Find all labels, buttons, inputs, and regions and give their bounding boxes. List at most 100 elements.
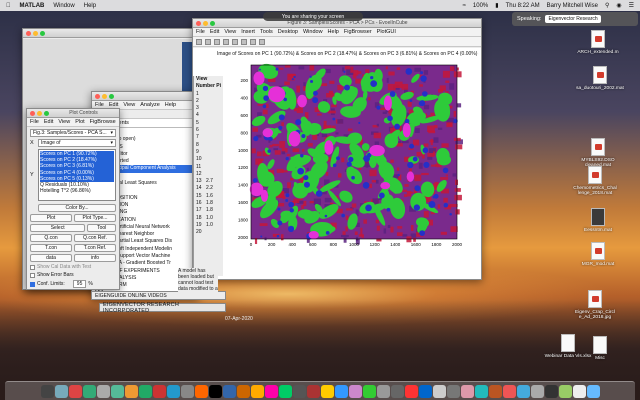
plot-controls-titlebar[interactable]: Plot Controls (27, 109, 119, 118)
siri-icon[interactable]: ◉ (616, 2, 621, 9)
terminal-icon[interactable] (208, 384, 222, 398)
close-icon[interactable] (95, 93, 100, 99)
color-by-button[interactable]: Color By... (38, 204, 116, 212)
data-button[interactable]: data (30, 254, 72, 262)
analysis-menu-analyze[interactable]: Analyze (140, 102, 160, 108)
dreamweaver-icon[interactable] (278, 384, 292, 398)
desktop-file[interactable]: ARCH_extended.m (568, 30, 628, 55)
launchpad-icon[interactable] (54, 384, 68, 398)
menu-clock[interactable]: Thu 8:22 AM (506, 3, 540, 9)
desktop-file[interactable]: Eessntm.mat (568, 208, 628, 233)
score-image-plot[interactable]: 2004006008001000120014001600180020000 200… (193, 48, 482, 280)
indesign-icon[interactable] (264, 384, 278, 398)
teams-icon[interactable] (516, 384, 530, 398)
zoom-icon[interactable] (488, 384, 502, 398)
maps-icon[interactable] (82, 384, 96, 398)
photoshop-icon[interactable] (222, 384, 236, 398)
safari-icon[interactable] (334, 384, 348, 398)
messages-icon[interactable] (110, 384, 124, 398)
trash-icon[interactable] (586, 384, 600, 398)
preview-icon[interactable] (376, 384, 390, 398)
pages-icon[interactable] (320, 384, 334, 398)
tcon-button[interactable]: T.con (30, 244, 72, 252)
mode-select[interactable]: Image of ▾ (38, 139, 116, 147)
apple-icon[interactable]:  (6, 3, 11, 9)
textedit-icon[interactable] (390, 384, 404, 398)
menu-window[interactable]: Window (53, 3, 74, 9)
zoom-icon[interactable] (109, 93, 114, 99)
checkbox-box[interactable] (30, 264, 35, 270)
figure-menu-item[interactable]: Desktop (278, 29, 298, 35)
photos-icon[interactable] (124, 384, 138, 398)
notification-center-icon[interactable]: ☰ (629, 2, 634, 9)
save-icon[interactable] (214, 38, 220, 45)
figure-menu-item[interactable]: View (224, 29, 236, 35)
battery-percent[interactable]: 100% (473, 3, 488, 9)
figure-menu-item[interactable]: PlotGUI (377, 29, 396, 35)
show-cal-checkbox[interactable]: Show Cal Data with Test (30, 264, 116, 270)
keynote-icon[interactable] (432, 384, 446, 398)
desktop-file[interactable]: MYBLS92.DSO cleaned.mat (568, 138, 628, 168)
pc-menu-figbrowse[interactable]: FigBrowse (90, 119, 116, 125)
menu-user[interactable]: Barry Mitchell Wise (547, 3, 598, 9)
onenote-icon[interactable] (474, 384, 488, 398)
close-icon[interactable] (26, 30, 31, 36)
calendar-icon[interactable] (152, 384, 166, 398)
finder-icon[interactable] (40, 384, 54, 398)
checkbox-box[interactable] (30, 272, 35, 278)
tool-button[interactable]: Tool (87, 224, 116, 232)
minimize-icon[interactable] (33, 30, 38, 36)
pan-icon[interactable] (250, 38, 256, 45)
minimize-icon[interactable] (102, 93, 107, 99)
tcon-ref-button[interactable]: T.con Ref. (74, 244, 116, 252)
info-button[interactable]: info (74, 254, 116, 262)
print-icon[interactable] (223, 38, 229, 45)
docs-icon[interactable] (558, 384, 572, 398)
menu-app-name[interactable]: MATLAB (20, 3, 45, 9)
matlab-titlebar[interactable] (23, 29, 196, 38)
pc-menu-view[interactable]: View (58, 119, 70, 125)
desktop-file[interactable]: Eigenv_Crap_Circl e_Ad_2018.jpg (565, 290, 625, 320)
system-prefs-icon[interactable] (96, 384, 110, 398)
qcon-button[interactable]: Q.con (30, 234, 72, 242)
desktop-file[interactable]: Chemometrics_Chal lenge_2018.mat (565, 166, 625, 196)
chrome-icon[interactable] (68, 384, 82, 398)
illustrator-icon[interactable] (194, 384, 208, 398)
pc-menu-plot[interactable]: Plot (75, 119, 84, 125)
lightroom-icon[interactable] (236, 384, 250, 398)
desktop-file[interactable]: sa_duotouri_2002.mat (570, 66, 630, 91)
folder-icon[interactable] (530, 384, 544, 398)
analysis-menu-help[interactable]: Help (165, 102, 176, 108)
pc-menu-edit[interactable]: Edit (44, 119, 53, 125)
facetime-icon[interactable] (138, 384, 152, 398)
downloads-icon[interactable] (544, 384, 558, 398)
figure-menu-item[interactable]: File (196, 29, 205, 35)
zoom-icon[interactable] (210, 20, 215, 26)
wifi-icon[interactable]: ≈ (463, 3, 466, 9)
word-icon[interactable] (418, 384, 432, 398)
ai-icon[interactable] (250, 384, 264, 398)
show-error-checkbox[interactable]: Show Error Bars (30, 272, 116, 278)
close-icon[interactable] (30, 110, 35, 116)
figure-menu-item[interactable]: Insert (241, 29, 255, 35)
figure-select[interactable]: Fig.3: Samples/Scores - PCA S... ▾ (30, 129, 116, 137)
y-axis-list-item[interactable]: Hotelling T^2 (96.86%) (40, 188, 114, 194)
analysis-titlebar[interactable] (92, 92, 198, 101)
open-icon[interactable] (205, 38, 211, 45)
videos-strip[interactable]: EIGENGUIDE ONLINE VIDEOS (91, 291, 226, 300)
desktop-file[interactable]: Misc (570, 336, 630, 361)
minimize-icon[interactable] (203, 20, 208, 26)
menu-help[interactable]: Help (84, 3, 96, 9)
plot-type-button[interactable]: Plot Type... (74, 214, 116, 222)
plot-button[interactable]: Plot (30, 214, 72, 222)
powerpoint-icon[interactable] (460, 384, 474, 398)
zoom-icon[interactable] (44, 110, 49, 116)
minimize-icon[interactable] (37, 110, 42, 116)
select-button[interactable]: Select (30, 224, 86, 232)
search-icon[interactable]: ⚲ (605, 2, 609, 9)
new-figure-icon[interactable] (196, 38, 202, 45)
acrobat-icon[interactable] (306, 384, 320, 398)
y-axis-listbox[interactable]: Scores on PC 1 (90.72%) Scores on PC 2 (1… (38, 149, 116, 201)
figure-menu-item[interactable]: Edit (210, 29, 219, 35)
app-store-icon[interactable] (404, 384, 418, 398)
